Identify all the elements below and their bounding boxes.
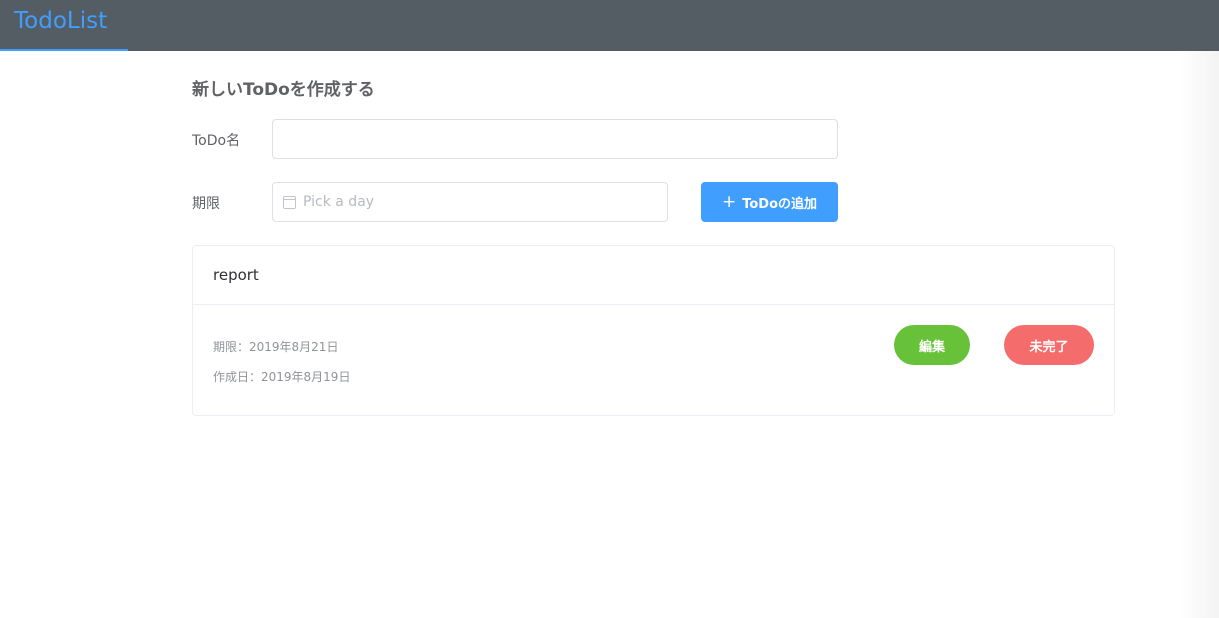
todo-name-input[interactable] [272,119,838,159]
nav-brand-todolist[interactable]: TodoList [0,0,128,51]
top-navbar: TodoList [0,0,1219,51]
todo-name-label: ToDo名 [192,133,241,149]
page-edge-shadow [1179,51,1219,618]
incomplete-status-button[interactable]: 未完了 [1004,325,1094,365]
add-todo-button[interactable]: + ToDoの追加 [701,182,838,222]
form-heading: 新しいToDoを作成する [192,80,375,100]
plus-icon: + [721,191,737,212]
todo-title: report [193,246,1114,305]
deadline-date-picker[interactable]: Pick a day [272,182,668,222]
add-todo-button-label: ToDoの追加 [742,196,818,212]
deadline-placeholder: Pick a day [303,194,375,210]
todo-created-date: 作成日：2019年8月19日 [213,370,351,384]
todo-card: report 期限：2019年8月21日 作成日：2019年8月19日 編集 未… [192,245,1115,416]
todo-deadline: 期限：2019年8月21日 [213,340,339,354]
edit-button[interactable]: 編集 [894,325,970,365]
calendar-icon [283,196,296,209]
deadline-label: 期限 [192,196,220,212]
